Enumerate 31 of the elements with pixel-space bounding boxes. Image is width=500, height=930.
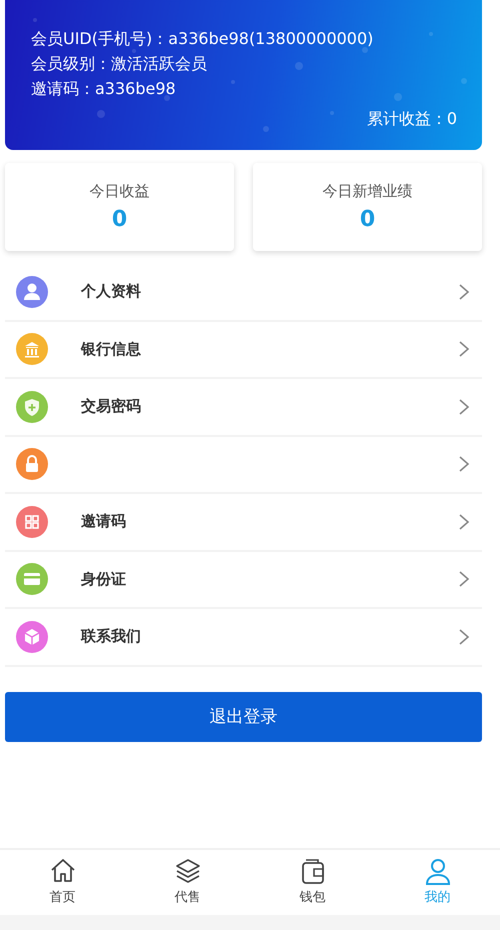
stat-value: 0 [112,207,128,232]
menu-row[interactable]: 身份证 [5,552,482,609]
stat-label: 今日收益 [90,182,150,201]
member-info-text: 会员UID(手机号)：a336be98(13800000000) [31,28,374,50]
chevron-right-icon [458,340,470,358]
chevron-right-icon [458,455,470,474]
menu-row[interactable]: 个人资料 [5,264,482,322]
chevron-right-icon [458,398,470,416]
menu-row[interactable]: 邀请码 [5,494,482,552]
logout-button[interactable]: 退出登录 [5,692,482,742]
stat-label: 今日新增业绩 [322,182,412,201]
menu-row[interactable]: 交易密码 [5,379,482,436]
chevron-right-icon [458,282,470,301]
chevron-right-icon [458,570,470,588]
nav-tab[interactable]: 钱包 [250,850,375,915]
menu-row[interactable]: 联系我们 [5,609,482,666]
nav-tab[interactable]: 代售 [125,850,250,915]
member-info-text: 邀请码：a336be98 [31,78,177,100]
menu-label: 个人资料 [81,282,141,302]
member-info-text: 会员级别：激活活跃会员 [31,53,208,75]
chevron-right-icon [458,628,470,646]
menu-label: 邀请码 [81,512,126,532]
nav-tab[interactable]: 首页 [0,850,125,915]
menu-label: 身份证 [81,570,126,589]
menu-label: 银行信息 [81,340,141,359]
total-earnings-text: 累计收益：0 [366,109,457,130]
menu-label: 联系我们 [81,627,141,646]
menu-label: 交易密码 [81,397,141,416]
menu-row[interactable]: 银行信息 [5,322,482,379]
stat-value: 0 [360,207,376,232]
chevron-right-icon [458,512,470,531]
